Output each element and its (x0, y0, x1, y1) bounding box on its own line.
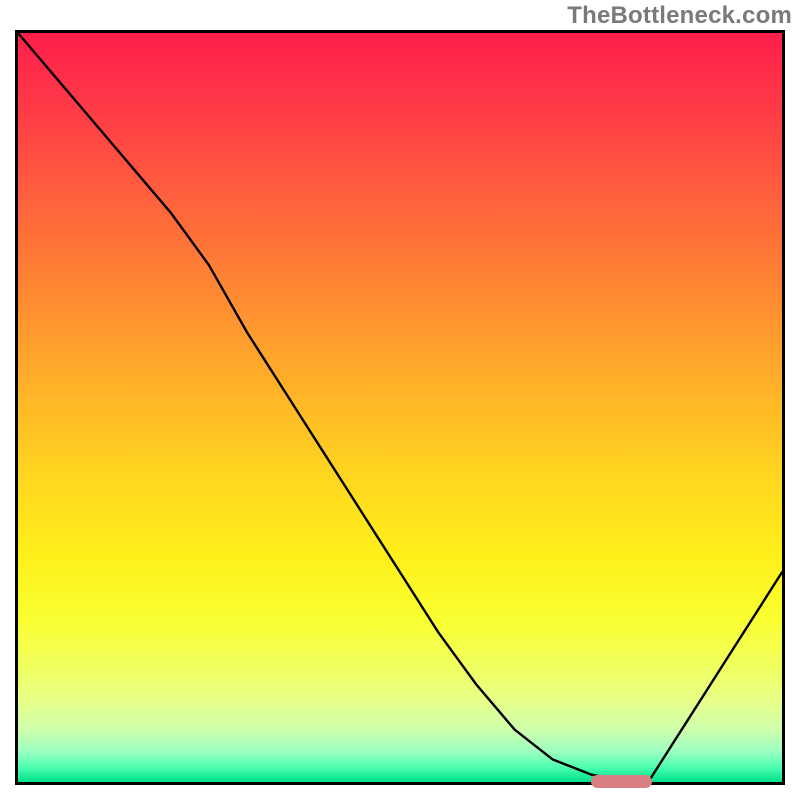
chart-stage: TheBottleneck.com (0, 0, 800, 800)
curve-layer (18, 33, 782, 782)
watermark-text: TheBottleneck.com (567, 2, 792, 30)
plot-frame (15, 30, 785, 785)
optimal-range-marker (591, 775, 652, 788)
bottleneck-curve (18, 33, 782, 782)
